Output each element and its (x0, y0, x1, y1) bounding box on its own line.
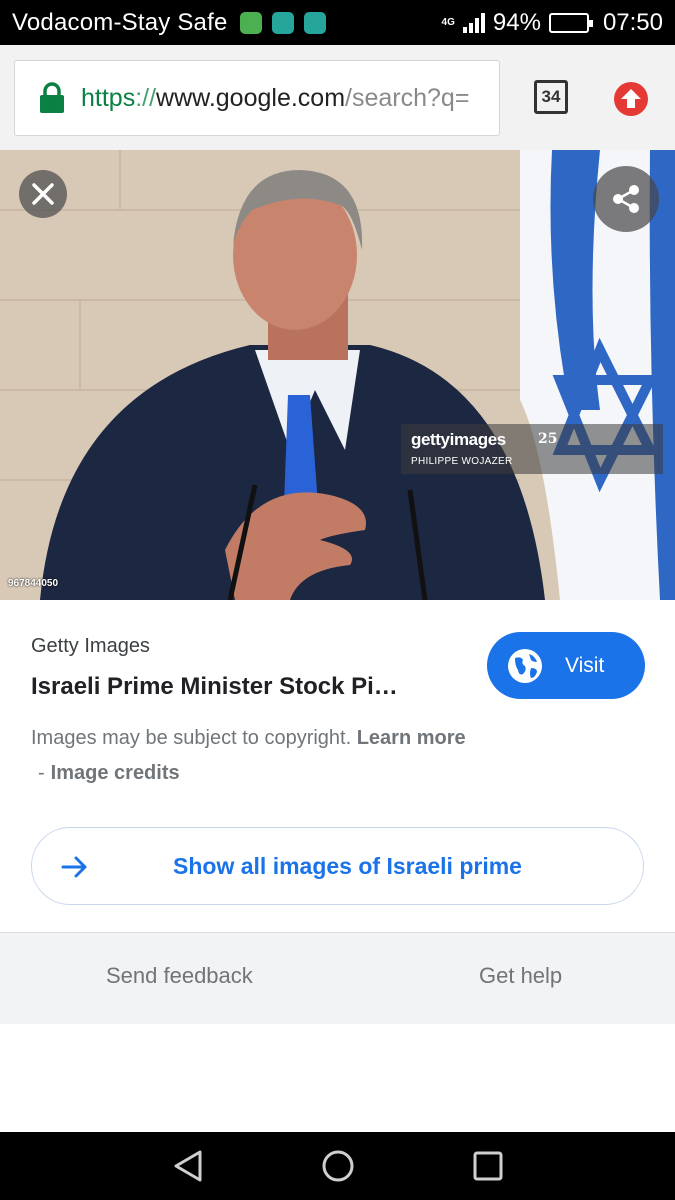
get-help-link[interactable]: Get help (479, 963, 562, 989)
globe-icon (508, 648, 542, 683)
navigation-bar (0, 1132, 675, 1200)
image-preview[interactable] (0, 150, 675, 600)
image-id: 967844050 (8, 578, 59, 589)
signal-strength-icon (462, 12, 485, 33)
send-feedback-link[interactable]: Send feedback (106, 963, 253, 989)
url-text: https://www.google.com/search?q= (81, 84, 469, 113)
status-bar: Vodacom-Stay Safe 4G 94% 07:50 (0, 0, 675, 45)
notification-icons (239, 11, 326, 34)
browser-toolbar: https://www.google.com/search?q= 34 (0, 45, 675, 150)
url-scheme: https (81, 83, 136, 112)
share-icon (613, 185, 639, 213)
show-all-label: Show all images of Israeli prime (173, 852, 522, 879)
network-type: 4G (441, 16, 455, 28)
show-all-images-button[interactable]: Show all images of Israeli prime (31, 827, 644, 905)
watermark-anniversary: 25 (538, 431, 558, 447)
photographer-credit: PHILIPPE WOJAZER (411, 456, 513, 467)
visit-button[interactable]: Visit (487, 632, 645, 699)
recents-icon[interactable] (468, 1146, 508, 1186)
back-icon[interactable] (168, 1146, 208, 1186)
home-icon[interactable] (318, 1146, 358, 1186)
share-button[interactable] (593, 166, 659, 232)
status-indicators: 4G 94% 07:50 (442, 9, 663, 37)
whatsapp-icon (239, 11, 262, 34)
url-separator: :// (135, 83, 157, 112)
photo (0, 150, 675, 600)
url-path: /search?q= (345, 83, 470, 112)
tab-switcher-button[interactable]: 34 (534, 80, 568, 114)
carrier-name: Vodacom-Stay Safe (12, 8, 228, 36)
clock: 07:50 (602, 8, 663, 36)
source-name: Getty Images (31, 635, 150, 657)
upload-icon[interactable] (613, 81, 649, 117)
app-icon (303, 11, 326, 34)
image-title[interactable]: Israeli Prime Minister Stock Pi… (31, 673, 451, 701)
lock-icon (40, 82, 64, 113)
battery-icon (548, 12, 593, 33)
visit-label: Visit (565, 653, 605, 677)
getty-watermark: gettyimages 25 PHILIPPE WOJAZER (401, 424, 663, 474)
copyright-notice: Images may be subject to copyright. Lear… (31, 727, 466, 750)
credits-dash: - (38, 762, 45, 784)
learn-more-link[interactable]: Learn more (357, 727, 466, 749)
screen: Vodacom-Stay Safe 4G 94% 07:50 https://w… (0, 0, 675, 1200)
arrow-right-icon (61, 856, 87, 878)
image-credits-link[interactable]: Image credits (51, 762, 180, 784)
close-button[interactable] (19, 170, 67, 218)
battery-percentage: 94% (492, 8, 541, 36)
copyright-text: Images may be subject to copyright. (31, 727, 352, 749)
footer: Send feedback Get help (0, 932, 675, 1024)
close-icon (32, 183, 54, 205)
address-bar[interactable]: https://www.google.com/search?q= (14, 60, 500, 136)
url-host: www.google.com (156, 83, 346, 112)
watermark-brand: gettyimages (411, 430, 506, 449)
messages-icon (271, 11, 294, 34)
image-credits-row: - Image credits (38, 762, 180, 785)
